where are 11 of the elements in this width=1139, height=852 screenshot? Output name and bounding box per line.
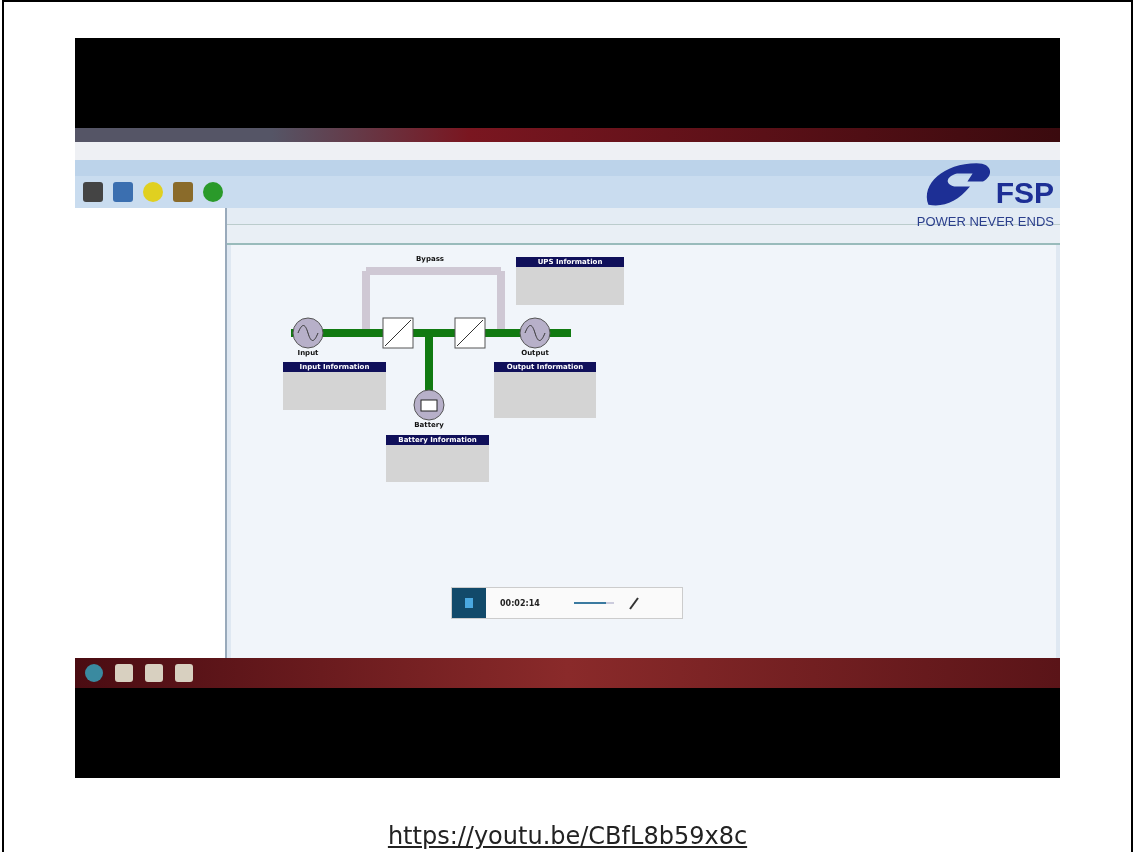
sine-wave-icon [519,317,551,349]
sine-wave-icon [292,317,324,349]
pen-icon[interactable] [627,596,640,610]
recording-time: 00:02:14 [500,598,540,608]
inverter-icon [454,317,486,349]
video-link[interactable]: https://youtu.be/CBfL8b59x8c [387,822,748,850]
battery-icon [413,389,445,421]
logo-slogan: POWER NEVER ENDS [916,214,1054,229]
logo-brand: FSP [995,176,1054,210]
pause-button[interactable] [452,588,486,618]
rectifier-icon [382,317,414,349]
